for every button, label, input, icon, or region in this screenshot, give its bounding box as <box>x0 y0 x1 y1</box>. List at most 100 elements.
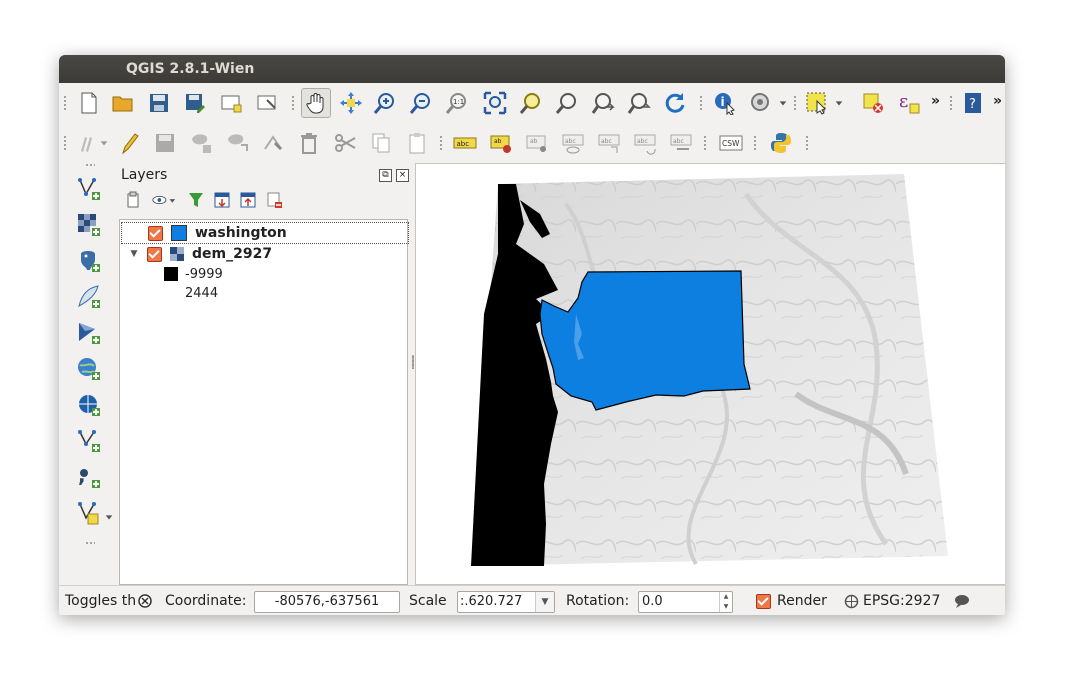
toolbar-handle[interactable] <box>291 95 295 111</box>
add-wfs-layer-icon[interactable] <box>75 427 103 455</box>
cut-features-icon[interactable] <box>331 129 359 157</box>
composer-manager-icon[interactable] <box>253 89 281 117</box>
zoom-to-layer-icon[interactable] <box>553 89 581 117</box>
zoom-next-icon[interactable] <box>625 89 653 117</box>
legend-entry: 2444 <box>164 283 218 303</box>
toolbar-handle[interactable] <box>703 135 707 151</box>
layer-item-washington[interactable]: washington <box>121 222 409 244</box>
new-project-icon[interactable] <box>75 89 103 117</box>
toolbar-handle[interactable] <box>63 95 67 111</box>
coordinate-field[interactable]: -80576,-637561 <box>254 591 400 613</box>
diagram-icon[interactable]: ab <box>487 129 515 157</box>
chevron-down-icon[interactable] <box>103 503 115 531</box>
pan-map-icon[interactable] <box>301 88 331 118</box>
float-panel-icon[interactable]: ⧉ <box>379 169 392 182</box>
chevron-down-icon[interactable]: ▼ <box>121 249 147 259</box>
add-wcs-layer-icon[interactable] <box>75 391 103 419</box>
pan-to-selection-icon[interactable] <box>337 89 365 117</box>
toolbar-overflow-button[interactable]: » <box>931 93 940 109</box>
zoom-out-icon[interactable] <box>407 89 435 117</box>
python-console-icon[interactable] <box>767 129 795 157</box>
run-feature-action-icon[interactable] <box>747 89 775 117</box>
show-hide-labels-icon[interactable]: abc <box>559 129 587 157</box>
toolbar-handle[interactable] <box>793 95 797 111</box>
zoom-native-icon[interactable]: 1:1 <box>443 89 471 117</box>
spin-arrows-icon[interactable]: ▲ ▼ <box>719 592 732 612</box>
scale-combobox[interactable]: :.620.727 ▼ <box>457 591 555 613</box>
refresh-icon[interactable] <box>661 89 689 117</box>
add-vector-layer-icon[interactable] <box>75 175 103 203</box>
identify-features-icon[interactable]: i <box>711 89 739 117</box>
delete-selected-icon[interactable] <box>295 129 323 157</box>
collapse-all-icon[interactable] <box>239 191 259 211</box>
new-shapefile-layer-icon[interactable] <box>75 499 103 527</box>
rotation-spinbox[interactable]: 0.0 ▲ ▼ <box>638 591 733 613</box>
messages-icon[interactable] <box>954 594 970 608</box>
change-label-icon[interactable]: abc <box>667 129 695 157</box>
move-feature-icon[interactable] <box>223 129 251 157</box>
layer-visibility-checkbox[interactable] <box>148 225 163 241</box>
filter-legend-icon[interactable] <box>187 191 207 211</box>
layer-item-dem-2927[interactable]: ▼ dem_2927 <box>121 244 407 264</box>
chevron-down-icon[interactable]: ▼ <box>535 592 554 612</box>
render-checkbox[interactable] <box>756 594 771 609</box>
crs-status[interactable]: EPSG:2927 <box>863 593 940 609</box>
add-delimited-text-layer-icon[interactable]: , <box>75 463 103 491</box>
node-tool-icon[interactable] <box>259 129 287 157</box>
expand-all-icon[interactable] <box>213 191 233 211</box>
toolbar-overflow-button[interactable]: » <box>993 93 1002 109</box>
toolbar-handle[interactable] <box>85 163 95 167</box>
deselect-features-icon[interactable] <box>859 89 887 117</box>
help-icon[interactable]: ? <box>959 89 987 117</box>
close-panel-icon[interactable]: × <box>396 169 409 182</box>
layer-visibility-checkbox[interactable] <box>147 246 162 262</box>
panel-splitter[interactable] <box>412 355 414 369</box>
add-spatialite-layer-icon[interactable] <box>75 283 103 311</box>
save-project-icon[interactable] <box>145 89 173 117</box>
rotate-label-icon[interactable]: abc <box>631 129 659 157</box>
new-print-composer-icon[interactable] <box>217 89 245 117</box>
toolbar-handle[interactable] <box>439 135 443 151</box>
add-feature-icon[interactable] <box>187 129 215 157</box>
zoom-to-selection-icon[interactable] <box>517 89 545 117</box>
expression-select-icon[interactable]: ε <box>895 89 923 117</box>
map-canvas[interactable] <box>415 163 1005 585</box>
add-wms-layer-icon[interactable] <box>75 355 103 383</box>
chevron-down-icon[interactable] <box>99 129 109 157</box>
toolbar-handle[interactable] <box>805 135 809 151</box>
zoom-last-icon[interactable] <box>589 89 617 117</box>
svg-text:ab: ab <box>530 138 538 145</box>
toolbar-handle[interactable] <box>63 135 67 151</box>
paste-features-icon[interactable] <box>403 129 431 157</box>
save-edits-icon[interactable] <box>151 129 179 157</box>
pin-labels-icon[interactable]: ab <box>523 129 551 157</box>
toolbar-handle[interactable] <box>753 135 757 151</box>
add-mssql-layer-icon[interactable] <box>75 319 103 347</box>
toggle-editing-icon[interactable] <box>115 129 143 157</box>
copy-features-icon[interactable] <box>367 129 395 157</box>
add-group-icon[interactable] <box>125 191 145 211</box>
crs-icon[interactable] <box>844 594 859 609</box>
layer-labeling-icon[interactable]: abc <box>451 129 479 157</box>
title-bar: QGIS 2.8.1-Wien <box>59 55 1005 83</box>
move-label-icon[interactable]: abc <box>595 129 623 157</box>
csw-icon[interactable]: CSW <box>717 129 745 157</box>
add-raster-layer-icon[interactable] <box>75 211 103 239</box>
zoom-in-icon[interactable] <box>371 89 399 117</box>
legend-swatch <box>164 267 178 281</box>
chevron-down-icon[interactable] <box>833 89 845 117</box>
add-postgis-layer-icon[interactable] <box>75 247 103 275</box>
zoom-full-icon[interactable] <box>481 89 509 117</box>
open-project-icon[interactable] <box>109 89 137 117</box>
manage-visibility-icon[interactable] <box>151 191 179 211</box>
toolbar-handle[interactable] <box>85 541 95 545</box>
raster-icon <box>170 247 184 261</box>
select-features-icon[interactable] <box>803 89 831 117</box>
toolbar-handle[interactable] <box>949 95 953 111</box>
save-as-icon[interactable] <box>181 89 209 117</box>
toolbar-handle[interactable] <box>699 95 703 111</box>
toggle-extents-icon[interactable] <box>137 593 153 609</box>
chevron-down-icon[interactable] <box>777 89 789 117</box>
remove-layer-icon[interactable] <box>265 191 285 211</box>
rotation-label: Rotation: <box>566 593 630 609</box>
